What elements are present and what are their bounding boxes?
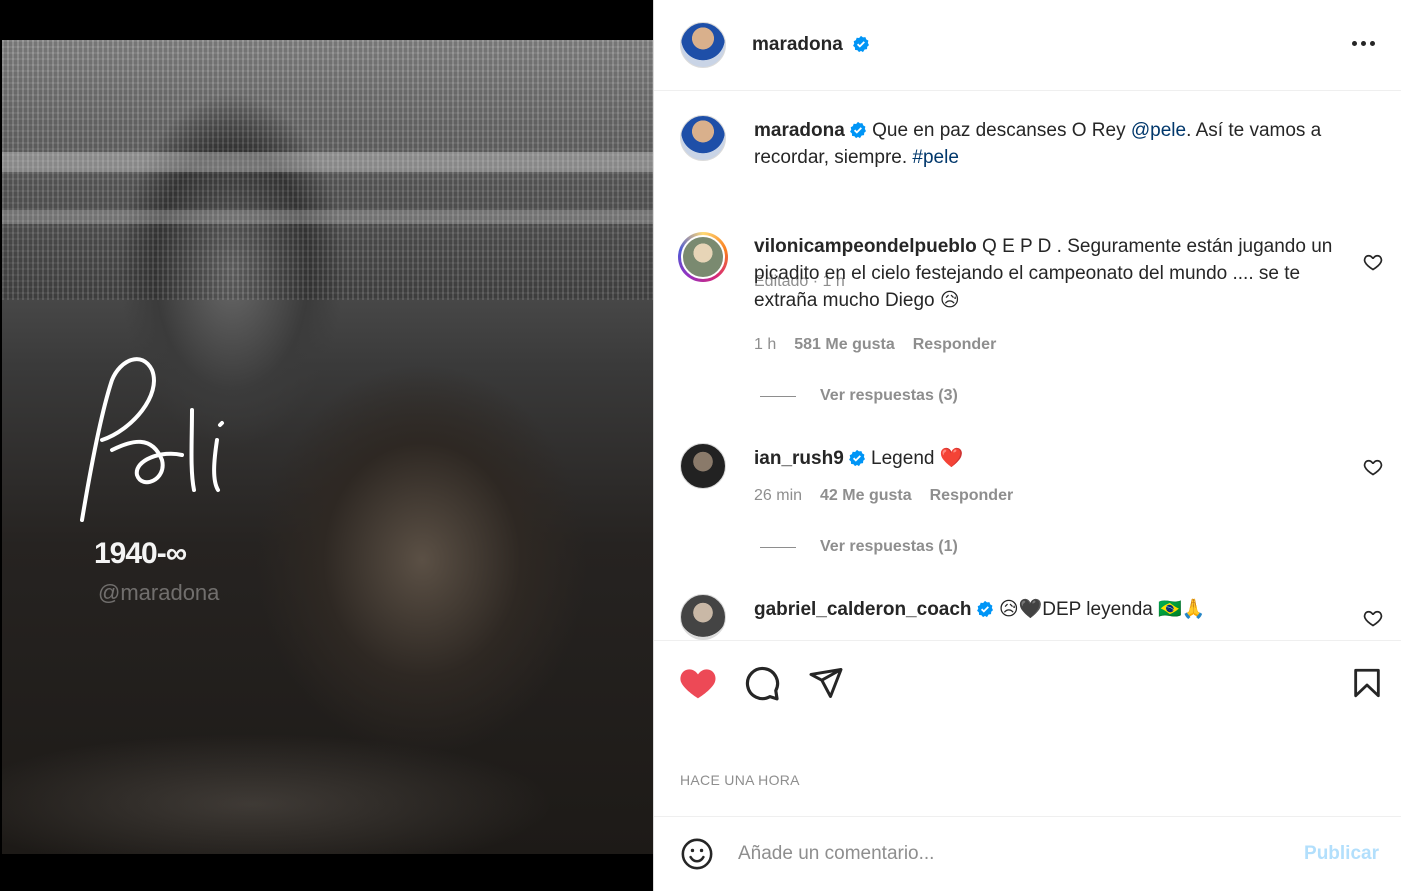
commenter-avatar-story[interactable] — [678, 232, 728, 282]
verified-badge-icon — [848, 449, 865, 467]
bookmark-icon[interactable] — [1347, 663, 1387, 703]
watermark-label: @maradona — [98, 580, 220, 605]
post-actions: HACE UNA HORA — [654, 640, 1401, 816]
post-details-panel: maradona maradona Que en paz descanses O… — [653, 0, 1401, 891]
comment-username[interactable]: vilonicampeondelpueblo — [754, 236, 977, 257]
heart-icon[interactable] — [678, 663, 718, 703]
comment-time[interactable]: 26 min — [754, 487, 802, 505]
share-icon[interactable] — [806, 663, 846, 703]
hashtag-link[interactable]: #pele — [912, 147, 959, 168]
signature-artwork — [80, 357, 224, 522]
commenter-avatar[interactable] — [680, 594, 726, 640]
post-header: maradona — [654, 0, 1401, 91]
comment-like-heart-icon[interactable] — [1363, 608, 1383, 628]
comment-text: ian_rush9 Legend ❤️ — [754, 445, 1334, 472]
author-username[interactable]: maradona — [752, 34, 870, 56]
comment-text: vilonicampeondelpueblo Q E P D . Seguram… — [754, 233, 1334, 314]
action-icons — [678, 663, 846, 703]
post-modal: 1940-∞ @maradona maradona maradona Que e… — [0, 0, 1401, 891]
post-timestamp[interactable]: HACE UNA HORA — [680, 772, 800, 788]
view-replies-button[interactable]: Ver respuestas (3) — [760, 387, 958, 405]
comment-username[interactable]: gabriel_calderon_coach — [754, 599, 972, 620]
post-media: 1940-∞ @maradona — [0, 0, 653, 891]
mention-link[interactable]: @pele — [1131, 120, 1186, 141]
emoji-icon[interactable] — [678, 835, 716, 873]
view-replies-label: Ver respuestas (3) — [820, 387, 958, 404]
stadium-banner-lower — [2, 210, 653, 224]
comment-likes[interactable]: 42 Me gusta — [820, 487, 912, 505]
comment-meta: 26 min 42 Me gusta Responder — [754, 487, 1013, 505]
comment-time[interactable]: 1 h — [754, 336, 776, 354]
commenter-avatar[interactable] — [680, 443, 726, 489]
view-replies-button[interactable]: Ver respuestas (1) — [760, 538, 958, 556]
view-replies-label: Ver respuestas (1) — [820, 538, 958, 555]
comment-icon[interactable] — [742, 663, 782, 703]
comment-body: Legend ❤️ — [871, 448, 964, 469]
image-bottom-blur — [2, 714, 653, 854]
years-label: 1940-∞ — [94, 537, 187, 570]
replies-divider — [760, 546, 796, 548]
verified-badge-icon — [849, 121, 866, 139]
comments-list[interactable]: maradona Que en paz descanses O Rey @pel… — [654, 91, 1401, 640]
verified-badge-icon — [976, 600, 993, 618]
replies-divider — [760, 395, 796, 397]
comment-text: gabriel_calderon_coach 😥🖤DEP leyenda 🇧🇷🙏 — [754, 596, 1334, 623]
comment-username[interactable]: ian_rush9 — [754, 448, 844, 469]
comment-body: 😥🖤DEP leyenda 🇧🇷🙏 — [998, 599, 1206, 620]
comment-like-heart-icon[interactable] — [1363, 252, 1383, 272]
post-image[interactable]: 1940-∞ @maradona — [2, 40, 653, 854]
reply-button[interactable]: Responder — [930, 487, 1014, 505]
author-avatar[interactable] — [680, 22, 726, 68]
caption-part-1: Que en paz descanses O Rey — [872, 120, 1131, 141]
caption-text: maradona Que en paz descanses O Rey @pel… — [754, 117, 1334, 171]
more-options-icon[interactable] — [1343, 30, 1383, 56]
comment-meta: 1 h 581 Me gusta Responder — [754, 336, 996, 354]
reply-button[interactable]: Responder — [913, 336, 997, 354]
caption-username[interactable]: maradona — [754, 120, 845, 141]
comment-likes[interactable]: 581 Me gusta — [794, 336, 894, 354]
publish-button[interactable]: Publicar — [1304, 843, 1379, 865]
add-comment-bar: Publicar — [654, 816, 1401, 891]
verified-badge-icon — [853, 35, 870, 53]
stadium-banner — [2, 152, 653, 172]
caption-avatar[interactable] — [680, 115, 726, 161]
comment-like-heart-icon[interactable] — [1363, 457, 1383, 477]
comment-input[interactable] — [738, 843, 1258, 865]
